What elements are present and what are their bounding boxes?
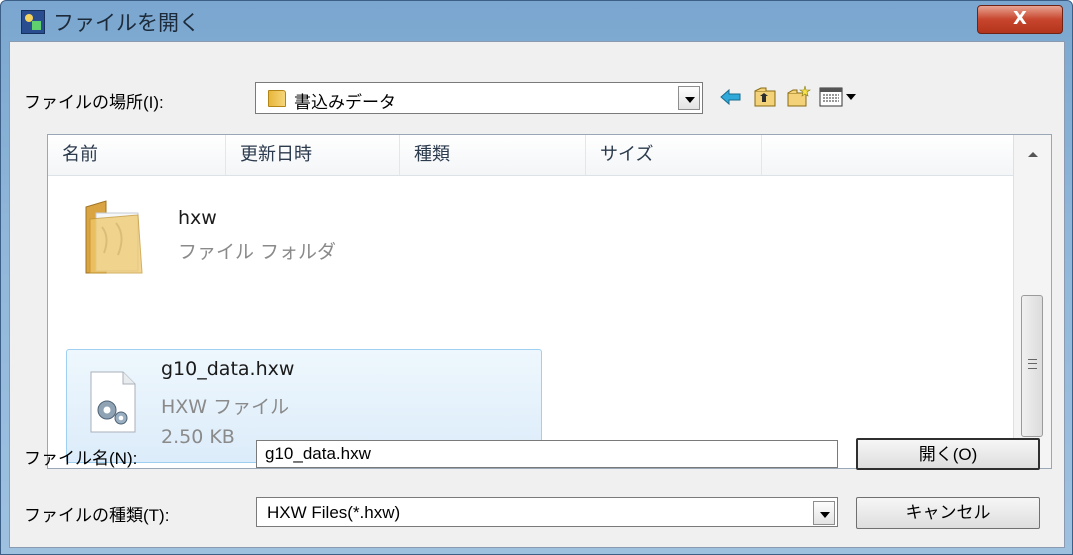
- filename-input[interactable]: g10_data.hxw: [256, 440, 838, 468]
- chevron-down-icon[interactable]: [813, 501, 835, 525]
- item-size: 2.50 KB: [161, 426, 235, 448]
- close-button[interactable]: X: [977, 5, 1063, 34]
- location-label: ファイルの場所(I):: [24, 93, 164, 112]
- title-bar[interactable]: ファイルを開く X: [1, 1, 1072, 41]
- dialog-body: ファイルの場所(I): 書込みデータ 名前 更新日時 種類 サイズ hxw ファ…: [9, 41, 1065, 548]
- file-list[interactable]: 名前 更新日時 種類 サイズ hxw ファイル フォルダ g10_data.hx…: [47, 134, 1052, 469]
- column-size[interactable]: サイズ: [586, 135, 762, 175]
- settings-file-icon: [90, 371, 136, 433]
- item-type: ファイル フォルダ: [178, 241, 337, 263]
- scroll-up-icon[interactable]: [1028, 152, 1038, 157]
- grip-icon: [1028, 359, 1037, 369]
- list-item-folder[interactable]: hxw ファイル フォルダ: [66, 187, 542, 287]
- column-header: 名前 更新日時 種類 サイズ: [48, 135, 1014, 176]
- column-modified[interactable]: 更新日時: [226, 135, 400, 175]
- column-type[interactable]: 種類: [400, 135, 586, 175]
- app-icon: [21, 10, 45, 34]
- window-title: ファイルを開く: [53, 11, 200, 35]
- item-name: g10_data.hxw: [161, 358, 295, 380]
- scrollbar-thumb[interactable]: [1021, 295, 1043, 437]
- open-file-dialog: ファイルを開く X ファイルの場所(I): 書込みデータ 名前 更新日時 種類 …: [0, 0, 1073, 555]
- item-name: hxw: [178, 207, 217, 229]
- chevron-down-icon[interactable]: [678, 86, 700, 110]
- filetype-value: HXW Files(*.hxw): [267, 503, 401, 522]
- item-type: HXW ファイル: [161, 396, 290, 418]
- vertical-scrollbar[interactable]: [1013, 135, 1051, 468]
- folder-icon: [268, 90, 286, 107]
- cancel-button[interactable]: キャンセル: [856, 497, 1040, 529]
- location-value: 書込みデータ: [294, 93, 396, 113]
- new-folder-icon[interactable]: [785, 84, 811, 110]
- view-menu-icon[interactable]: [818, 84, 862, 110]
- folder-icon: [85, 200, 143, 274]
- filetype-combobox[interactable]: HXW Files(*.hxw): [256, 497, 838, 527]
- up-folder-icon[interactable]: [752, 84, 778, 110]
- filename-label: ファイル名(N):: [24, 449, 138, 468]
- back-arrow-icon[interactable]: [718, 84, 744, 110]
- location-combobox[interactable]: 書込みデータ: [255, 82, 703, 114]
- filetype-label: ファイルの種類(T):: [24, 506, 170, 525]
- open-button[interactable]: 開く(O): [856, 438, 1040, 470]
- column-name[interactable]: 名前: [48, 135, 226, 175]
